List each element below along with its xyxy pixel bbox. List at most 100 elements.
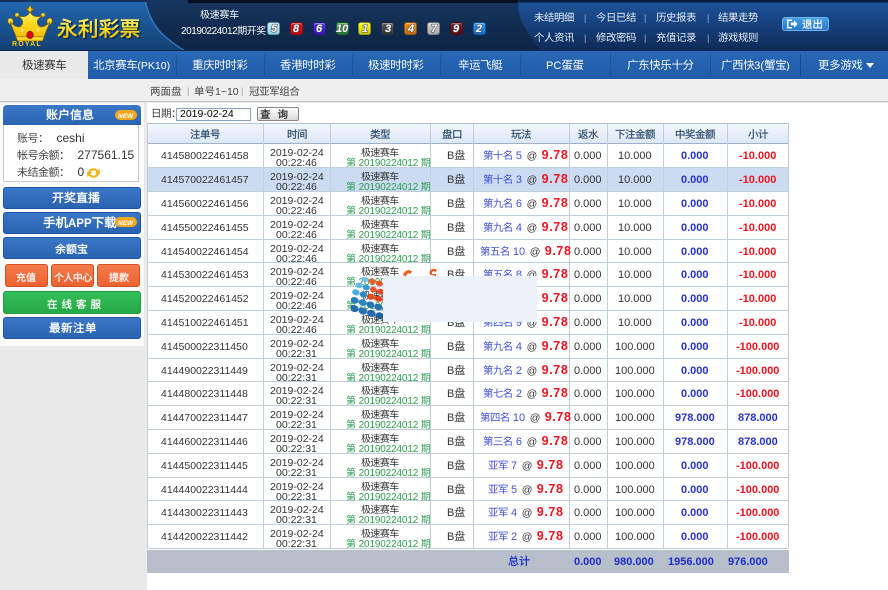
- svg-text:-10.000: -10.000: [739, 246, 776, 258]
- svg-text:2: 2: [516, 365, 522, 377]
- svg-text:4: 4: [511, 507, 517, 519]
- svg-text:0.000: 0.000: [681, 531, 709, 543]
- svg-text:10: 10: [513, 412, 525, 424]
- svg-text:B: B: [447, 222, 454, 234]
- svg-text:0.000: 0.000: [681, 484, 709, 496]
- svg-text:414570022461457: 414570022461457: [161, 174, 249, 186]
- svg-text:9.78: 9.78: [541, 291, 568, 305]
- svg-text:0.000: 0.000: [574, 174, 602, 186]
- svg-text:B: B: [447, 412, 454, 424]
- svg-text:-10.000: -10.000: [739, 150, 776, 162]
- svg-text:ROYAL: ROYAL: [12, 41, 42, 48]
- svg-text:9.78: 9.78: [541, 386, 568, 400]
- svg-text:@: @: [526, 174, 537, 186]
- svg-text:0.000: 0.000: [574, 293, 602, 305]
- svg-text:@: @: [526, 341, 537, 353]
- svg-text:(PK10): (PK10): [138, 60, 171, 72]
- svg-text:@: @: [521, 460, 532, 472]
- svg-text:-10.000: -10.000: [739, 174, 776, 186]
- svg-text:9.78: 9.78: [537, 505, 564, 519]
- svg-text:B: B: [447, 484, 454, 496]
- svg-text:100.000: 100.000: [615, 507, 655, 519]
- svg-text:414480022311448: 414480022311448: [161, 388, 248, 400]
- svg-text:B: B: [447, 150, 454, 162]
- svg-text:6: 6: [516, 198, 522, 210]
- svg-text:-10.000: -10.000: [739, 269, 776, 281]
- svg-text:100.000: 100.000: [615, 341, 655, 353]
- svg-text:-100.000: -100.000: [736, 460, 779, 472]
- svg-text:0.000: 0.000: [574, 388, 602, 400]
- svg-text:-100.000: -100.000: [736, 507, 779, 519]
- svg-text:@: @: [526, 365, 537, 377]
- svg-text:10.000: 10.000: [618, 150, 652, 162]
- svg-text:9.78: 9.78: [545, 244, 572, 258]
- svg-text:0.000: 0.000: [681, 198, 709, 210]
- svg-text:B: B: [447, 341, 454, 353]
- svg-text:00:22:31: 00:22:31: [276, 538, 317, 550]
- svg-text:7: 7: [431, 23, 438, 35]
- svg-text:0.000: 0.000: [574, 556, 602, 568]
- svg-text:10.000: 10.000: [618, 246, 652, 258]
- svg-text:10: 10: [513, 246, 525, 258]
- svg-text:0.000: 0.000: [574, 222, 602, 234]
- svg-text:1: 1: [362, 23, 368, 35]
- svg-text:20190224012: 20190224012: [181, 26, 238, 37]
- svg-text:4: 4: [516, 222, 522, 234]
- svg-text:414460022311446: 414460022311446: [161, 436, 248, 448]
- svg-text:-10.000: -10.000: [739, 222, 776, 234]
- svg-text:B: B: [447, 507, 454, 519]
- svg-text:100.000: 100.000: [615, 484, 655, 496]
- svg-text:@: @: [529, 246, 540, 258]
- svg-text:|: |: [707, 13, 709, 23]
- svg-text:0.000: 0.000: [681, 507, 709, 519]
- svg-text:0: 0: [78, 165, 85, 179]
- svg-text:414450022311445: 414450022311445: [161, 460, 248, 472]
- svg-text:10.000: 10.000: [618, 269, 652, 281]
- svg-text:100.000: 100.000: [615, 365, 655, 377]
- svg-text:414530022461453: 414530022461453: [161, 269, 249, 281]
- svg-text:10.000: 10.000: [618, 293, 652, 305]
- svg-text:-100.000: -100.000: [736, 388, 779, 400]
- svg-text:B: B: [447, 436, 454, 448]
- svg-text:414550022461455: 414550022461455: [161, 222, 249, 234]
- svg-text:100.000: 100.000: [615, 531, 655, 543]
- svg-text:-100.000: -100.000: [736, 484, 779, 496]
- svg-text:414490022311449: 414490022311449: [161, 365, 248, 377]
- svg-text:B: B: [447, 460, 454, 472]
- svg-text:9.78: 9.78: [537, 458, 564, 472]
- svg-text:B: B: [447, 531, 454, 543]
- svg-text:9: 9: [453, 23, 460, 35]
- svg-text:B: B: [447, 174, 454, 186]
- svg-text:100.000: 100.000: [615, 412, 655, 424]
- svg-text:-100.000: -100.000: [736, 531, 779, 543]
- svg-text:NEW: NEW: [118, 113, 134, 120]
- svg-text:0.000: 0.000: [574, 436, 602, 448]
- svg-text:0.000: 0.000: [574, 150, 602, 162]
- svg-text:20190224012: 20190224012: [356, 539, 421, 550]
- svg-text:10.000: 10.000: [618, 174, 652, 186]
- svg-text:1956.000: 1956.000: [668, 556, 714, 568]
- svg-text:9.78: 9.78: [541, 315, 568, 329]
- svg-text:B: B: [447, 388, 454, 400]
- svg-text:APP: APP: [68, 218, 92, 230]
- svg-text:9.78: 9.78: [545, 410, 572, 424]
- svg-text:878.000: 878.000: [738, 412, 778, 424]
- svg-text:@: @: [526, 222, 537, 234]
- svg-text:2: 2: [511, 531, 517, 543]
- svg-text:0.000: 0.000: [681, 388, 709, 400]
- svg-text:5: 5: [516, 150, 522, 162]
- svg-text:0.000: 0.000: [681, 365, 709, 377]
- svg-text:9.78: 9.78: [537, 482, 564, 496]
- svg-text:|: |: [707, 33, 709, 43]
- svg-text:414420022311442: 414420022311442: [161, 531, 248, 543]
- svg-text:10.000: 10.000: [618, 317, 652, 329]
- svg-text:0.000: 0.000: [681, 174, 709, 186]
- svg-text:0.000: 0.000: [574, 484, 602, 496]
- svg-text:|: |: [644, 13, 646, 23]
- svg-text:414500022311450: 414500022311450: [161, 341, 248, 353]
- svg-text:PC: PC: [546, 60, 561, 72]
- svg-text:0.000: 0.000: [574, 341, 602, 353]
- svg-text:9.78: 9.78: [541, 339, 568, 353]
- svg-text:9.78: 9.78: [541, 196, 568, 210]
- svg-text:-10.000: -10.000: [739, 317, 776, 329]
